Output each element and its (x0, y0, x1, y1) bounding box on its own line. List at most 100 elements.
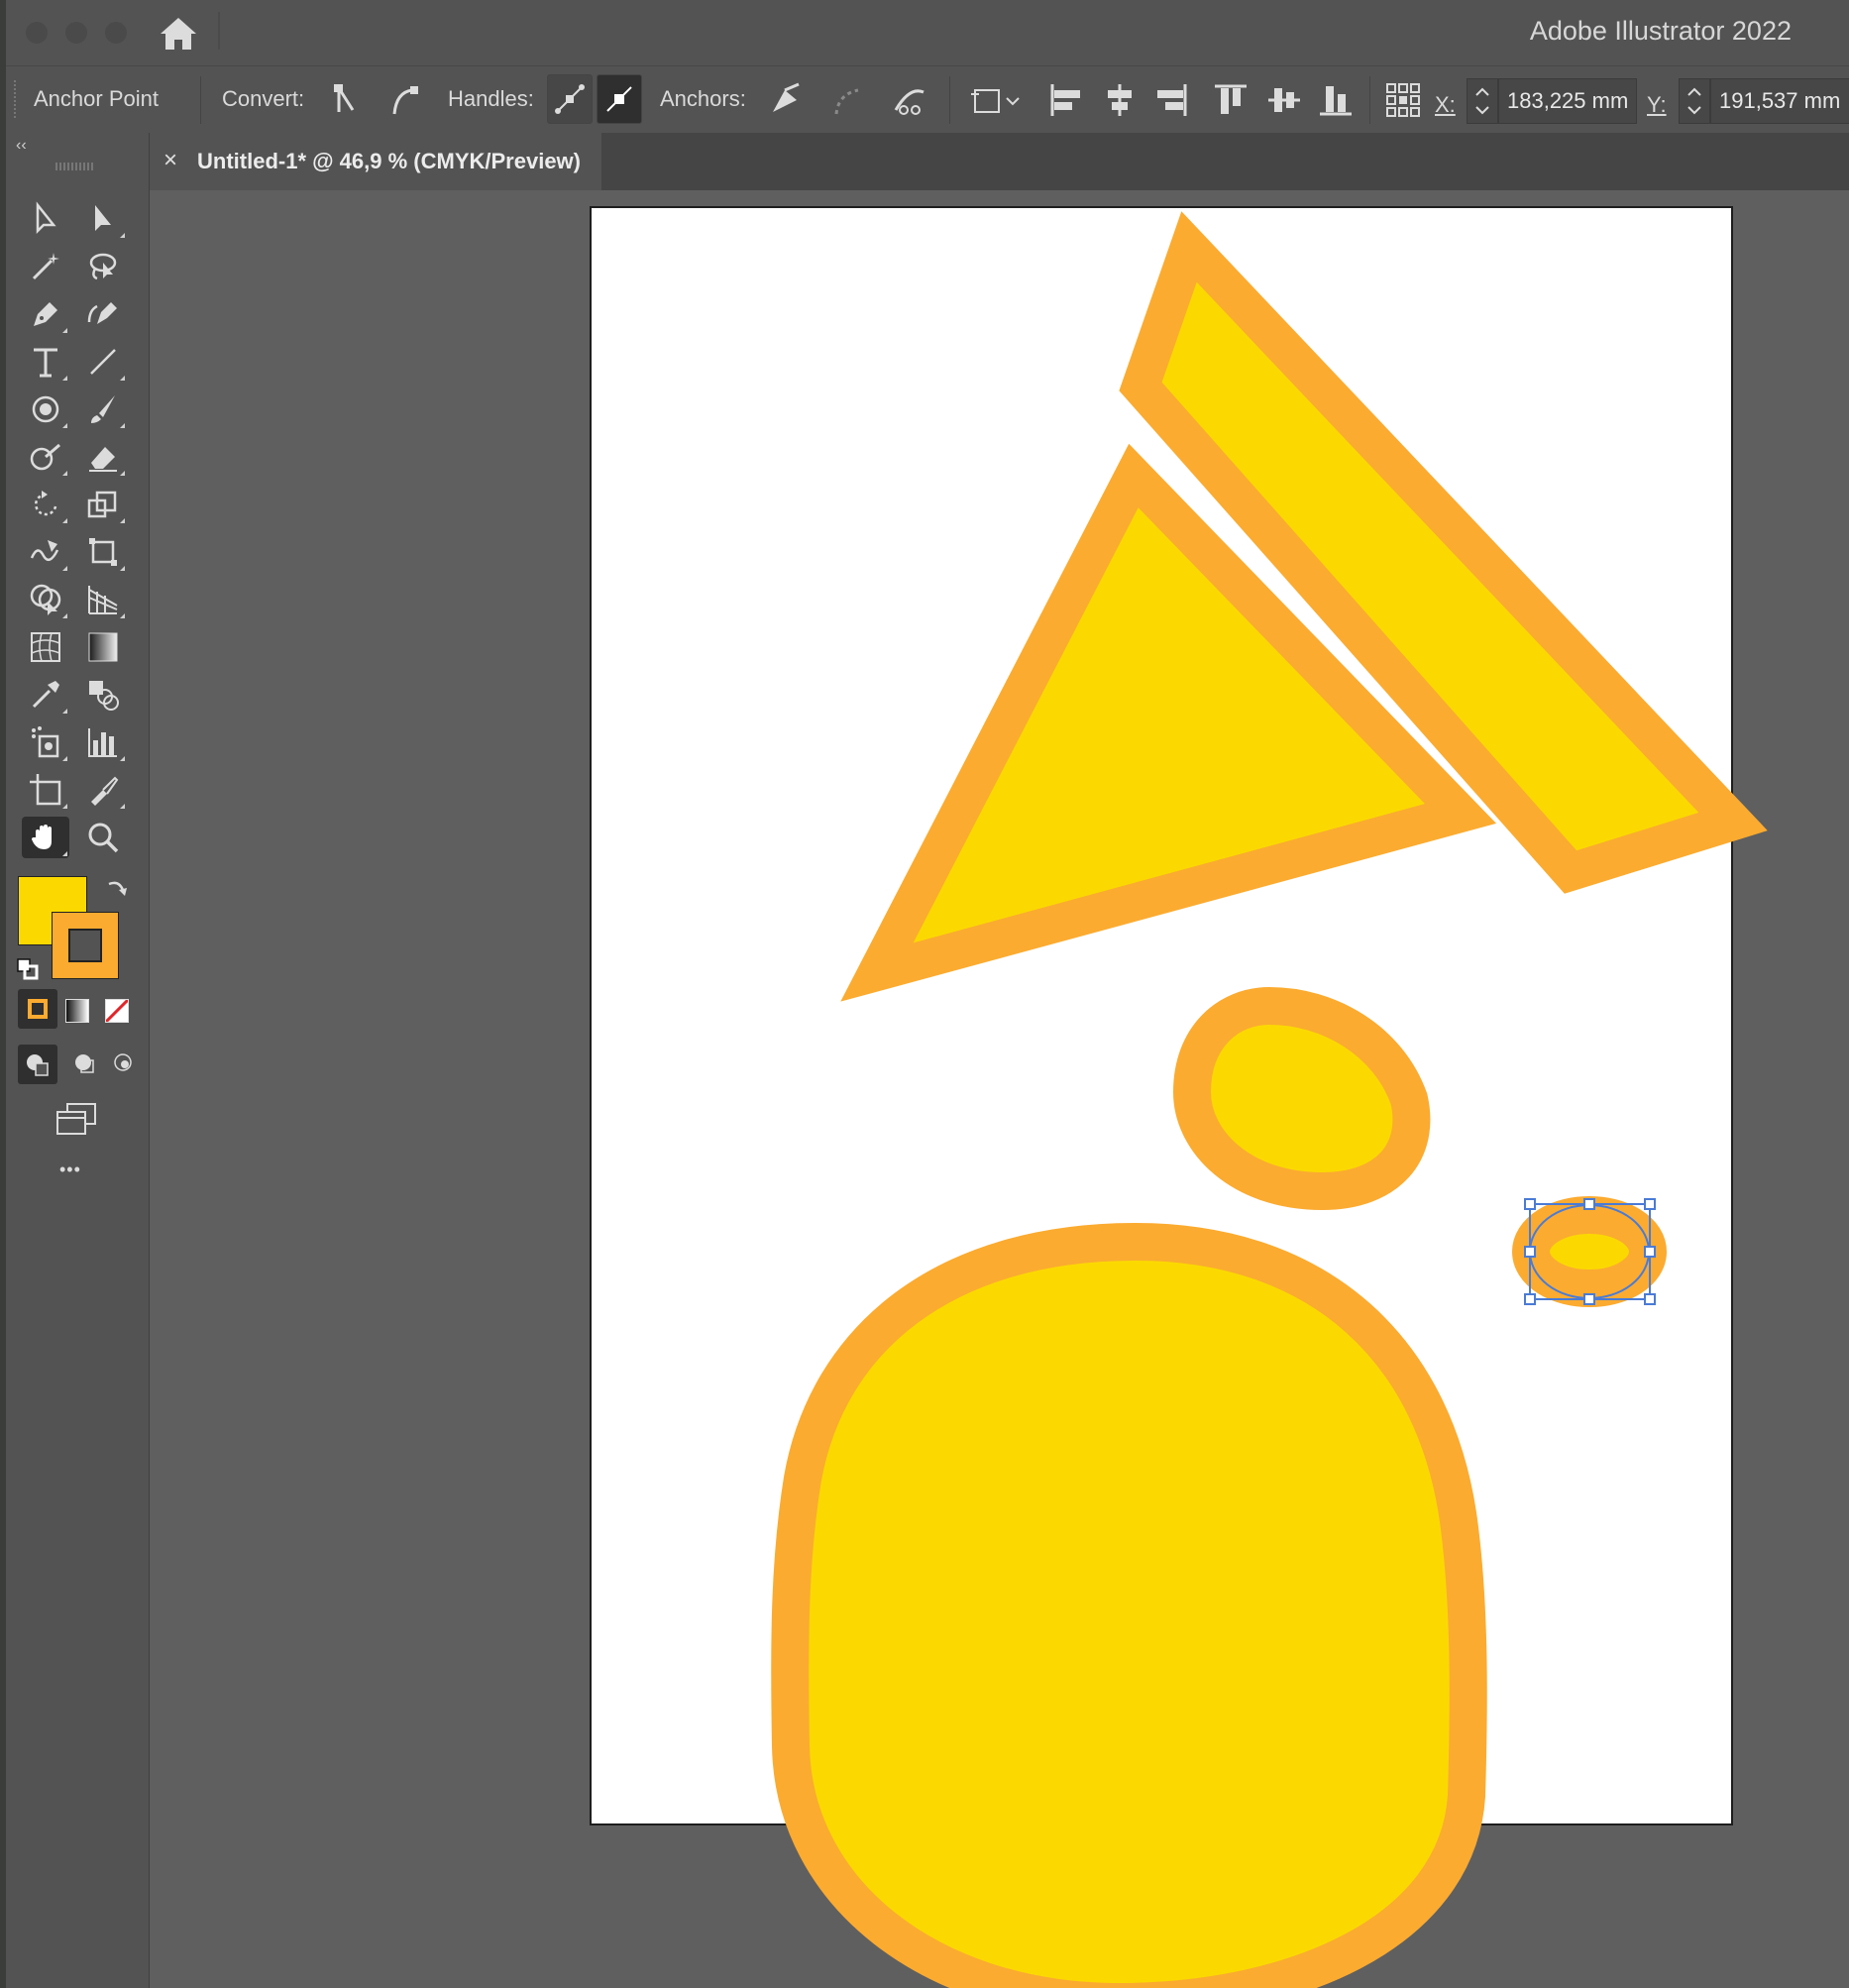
eyedropper-icon (32, 681, 59, 709)
shaper-tool[interactable] (22, 436, 69, 478)
line-segment-tool[interactable] (79, 341, 127, 383)
convert-to-corner-icon[interactable] (325, 80, 365, 120)
canvas[interactable] (150, 190, 1849, 1988)
eyedropper-tool[interactable] (22, 674, 69, 716)
curvature-tool[interactable] (79, 293, 127, 335)
document-tab[interactable]: × Untitled-1* @ 46,9 % (CMYK/Preview) (150, 133, 601, 190)
y-field[interactable]: 191,537 mm (1710, 78, 1849, 124)
show-handles-button[interactable] (547, 74, 593, 124)
y-stepper[interactable] (1679, 78, 1710, 124)
gradient-icon (88, 632, 118, 662)
column-graph-icon (88, 728, 117, 757)
reference-point-icon[interactable] (1383, 80, 1423, 120)
x-stepper[interactable] (1467, 78, 1498, 124)
cut-path-icon[interactable] (890, 80, 929, 120)
eraser-icon (89, 447, 117, 472)
draw-inside-button[interactable] (105, 1045, 145, 1084)
document-title[interactable]: Untitled-1* @ 46,9 % (CMYK/Preview) (197, 149, 581, 174)
artboard-tool[interactable] (22, 769, 69, 811)
draw-behind-button[interactable] (65, 1045, 105, 1084)
magic-wand-icon (32, 253, 59, 280)
gradient-mode-button[interactable] (65, 999, 89, 1023)
small-blob-shape[interactable] (1172, 986, 1431, 1211)
shape-builder-tool[interactable] (22, 579, 69, 620)
none-mode-button[interactable] (105, 999, 129, 1023)
hide-handles-button[interactable] (597, 74, 642, 124)
warp-icon (30, 540, 59, 562)
column-graph-tool[interactable] (79, 721, 127, 763)
type-tool[interactable] (22, 341, 69, 383)
panel-grip[interactable] (55, 163, 95, 170)
bbox-handle (1524, 1246, 1536, 1258)
paintbrush-tool[interactable] (79, 388, 127, 430)
draw-normal-button[interactable] (18, 1045, 57, 1084)
direct-selection-arrow-icon (95, 205, 111, 231)
hand-tool[interactable] (22, 817, 69, 858)
close-tab-icon[interactable]: × (163, 147, 177, 174)
warp-tool[interactable] (22, 531, 69, 573)
align-bottom-icon[interactable] (1316, 80, 1356, 120)
home-icon[interactable] (157, 14, 200, 54)
control-bar-grip[interactable] (14, 80, 16, 120)
blend-tool[interactable] (79, 674, 127, 716)
magic-wand-tool[interactable] (22, 246, 69, 287)
y-label: Y: (1647, 92, 1667, 117)
lasso-tool[interactable] (79, 246, 127, 287)
swap-fill-stroke-icon[interactable] (105, 876, 129, 900)
anchors-label: Anchors: (660, 86, 746, 111)
selected-ellipse-shape[interactable] (1512, 1196, 1667, 1307)
align-right-icon[interactable] (1151, 80, 1191, 120)
stroke-swatch[interactable] (52, 912, 119, 979)
perspective-grid-tool[interactable] (79, 579, 127, 620)
remove-anchor-icon[interactable] (765, 80, 805, 120)
gradient-tool[interactable] (79, 626, 127, 668)
blend-icon (89, 681, 119, 711)
type-t-icon (34, 348, 57, 378)
eraser-tool[interactable] (79, 436, 127, 478)
slice-tool[interactable] (79, 769, 127, 811)
color-mode-button[interactable] (18, 989, 57, 1029)
divider (949, 76, 950, 124)
shape-builder-icon (30, 584, 61, 615)
close-window-button[interactable] (26, 22, 48, 44)
selection-arrow-icon (36, 201, 56, 235)
convert-to-smooth-icon[interactable] (382, 80, 422, 120)
zoom-window-button[interactable] (105, 22, 127, 44)
divider (200, 76, 201, 124)
align-vertical-center-icon[interactable] (1264, 80, 1304, 120)
selection-tool[interactable] (22, 198, 69, 240)
shape-tool[interactable] (22, 388, 69, 430)
mesh-tool[interactable] (22, 626, 69, 668)
shape-ellipse-icon (32, 395, 59, 423)
align-top-icon[interactable] (1211, 80, 1251, 120)
convert-label: Convert: (222, 86, 305, 111)
free-transform-tool[interactable] (79, 531, 127, 573)
align-left-icon[interactable] (1046, 80, 1086, 120)
app-title: Adobe Illustrator 2022 (1529, 16, 1792, 46)
current-tool-name[interactable]: Anchor Point (34, 86, 159, 112)
default-fill-stroke-icon[interactable] (16, 957, 40, 981)
perspective-grid-icon (88, 586, 118, 614)
scale-tool[interactable] (79, 484, 127, 525)
align-horizontal-center-icon[interactable] (1100, 80, 1140, 120)
large-blob-shape[interactable] (771, 1222, 1487, 1988)
connect-anchors-icon[interactable] (828, 80, 868, 120)
shaper-icon (30, 443, 60, 471)
curvature-pen-icon (87, 302, 117, 324)
bbox-handle (1644, 1246, 1656, 1258)
rotate-tool[interactable] (22, 484, 69, 525)
free-transform-icon (89, 538, 117, 566)
artboard-dropdown-icon[interactable] (969, 80, 1025, 120)
x-field[interactable]: 183,225 mm (1498, 78, 1637, 124)
zoom-tool[interactable] (79, 817, 127, 858)
pen-tool[interactable] (22, 293, 69, 335)
bbox-handle (1583, 1198, 1595, 1210)
symbol-sprayer-tool[interactable] (22, 721, 69, 763)
paintbrush-icon (91, 395, 115, 423)
direct-selection-tool[interactable] (79, 198, 127, 240)
minimize-window-button[interactable] (65, 22, 87, 44)
collapse-panel-button[interactable]: ‹‹ (16, 137, 27, 155)
bbox-handle (1524, 1293, 1536, 1305)
screen-mode-icon[interactable] (52, 1100, 101, 1140)
edit-toolbar-more-icon[interactable]: ••• (59, 1160, 81, 1180)
